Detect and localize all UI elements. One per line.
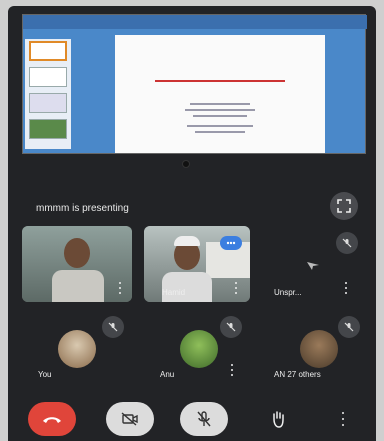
participant-tile[interactable] bbox=[22, 226, 132, 302]
shared-screen[interactable] bbox=[22, 14, 367, 154]
participant-tile[interactable]: You bbox=[22, 312, 132, 382]
fullscreen-button[interactable] bbox=[330, 192, 358, 220]
participant-name: Unspr... bbox=[274, 288, 302, 297]
participant-name: Hamid bbox=[162, 288, 186, 297]
avatar bbox=[180, 330, 218, 368]
end-call-button[interactable] bbox=[28, 402, 76, 436]
mic-off-icon bbox=[226, 322, 236, 332]
slide-title bbox=[135, 80, 305, 84]
raise-hand-icon bbox=[273, 411, 284, 428]
mic-off-icon bbox=[342, 238, 352, 248]
slide-text-line bbox=[190, 103, 250, 105]
mic-off-icon bbox=[108, 322, 118, 332]
camera-off-icon bbox=[121, 412, 138, 426]
more-options-icon[interactable] bbox=[118, 282, 122, 294]
slide-thumbnail bbox=[29, 67, 67, 87]
more-options-icon bbox=[341, 412, 345, 426]
more-options-button[interactable] bbox=[326, 402, 360, 436]
mic-off-icon bbox=[197, 411, 211, 427]
slide-thumbnail bbox=[29, 119, 67, 139]
participant-tile[interactable]: AN 27 others bbox=[264, 312, 368, 382]
more-options-icon[interactable] bbox=[234, 282, 238, 294]
speaking-indicator bbox=[220, 236, 242, 250]
fullscreen-icon bbox=[337, 199, 351, 213]
front-camera bbox=[182, 160, 190, 168]
participant-tile[interactable]: Hamid bbox=[144, 226, 250, 302]
mic-off-icon bbox=[344, 322, 354, 332]
participant-name: AN 27 others bbox=[274, 370, 321, 379]
participant-name: Anu bbox=[160, 370, 175, 379]
participant-body bbox=[162, 272, 212, 302]
slide-text-line bbox=[193, 115, 247, 117]
more-options-icon[interactable] bbox=[230, 364, 234, 376]
phone-hangup-icon bbox=[43, 417, 61, 423]
slide-text-line bbox=[187, 125, 253, 127]
meeting-screen: mmmm is presenting Hamid Unspr... You An… bbox=[8, 6, 376, 441]
more-options-icon[interactable] bbox=[344, 282, 348, 294]
slide-thumbnail bbox=[29, 93, 67, 113]
slide-thumbnail bbox=[29, 41, 67, 61]
microphone-toggle-button[interactable] bbox=[180, 402, 228, 436]
presenting-label: mmmm is presenting bbox=[36, 203, 129, 214]
mic-off-badge bbox=[220, 316, 242, 338]
participant-cap bbox=[174, 236, 200, 246]
participant-face bbox=[64, 238, 90, 268]
presentation-slide bbox=[115, 35, 325, 153]
participant-tile[interactable]: Unspr... bbox=[264, 226, 368, 302]
avatar bbox=[58, 330, 96, 368]
avatar bbox=[300, 330, 338, 368]
pointer-icon bbox=[306, 258, 320, 270]
participant-body bbox=[52, 270, 104, 302]
slide-text-line bbox=[195, 131, 245, 133]
audio-level-icon bbox=[226, 241, 236, 245]
camera-toggle-button[interactable] bbox=[106, 402, 154, 436]
slide-text-line bbox=[185, 109, 255, 111]
mic-off-badge bbox=[338, 316, 360, 338]
presentation-toolbar bbox=[23, 15, 367, 29]
raise-hand-button[interactable] bbox=[254, 402, 302, 436]
slide-thumbnail-panel bbox=[25, 39, 71, 149]
participant-tile[interactable]: Anu bbox=[144, 312, 250, 382]
mic-off-badge bbox=[102, 316, 124, 338]
mic-off-badge bbox=[336, 232, 358, 254]
participant-name: You bbox=[38, 370, 52, 379]
